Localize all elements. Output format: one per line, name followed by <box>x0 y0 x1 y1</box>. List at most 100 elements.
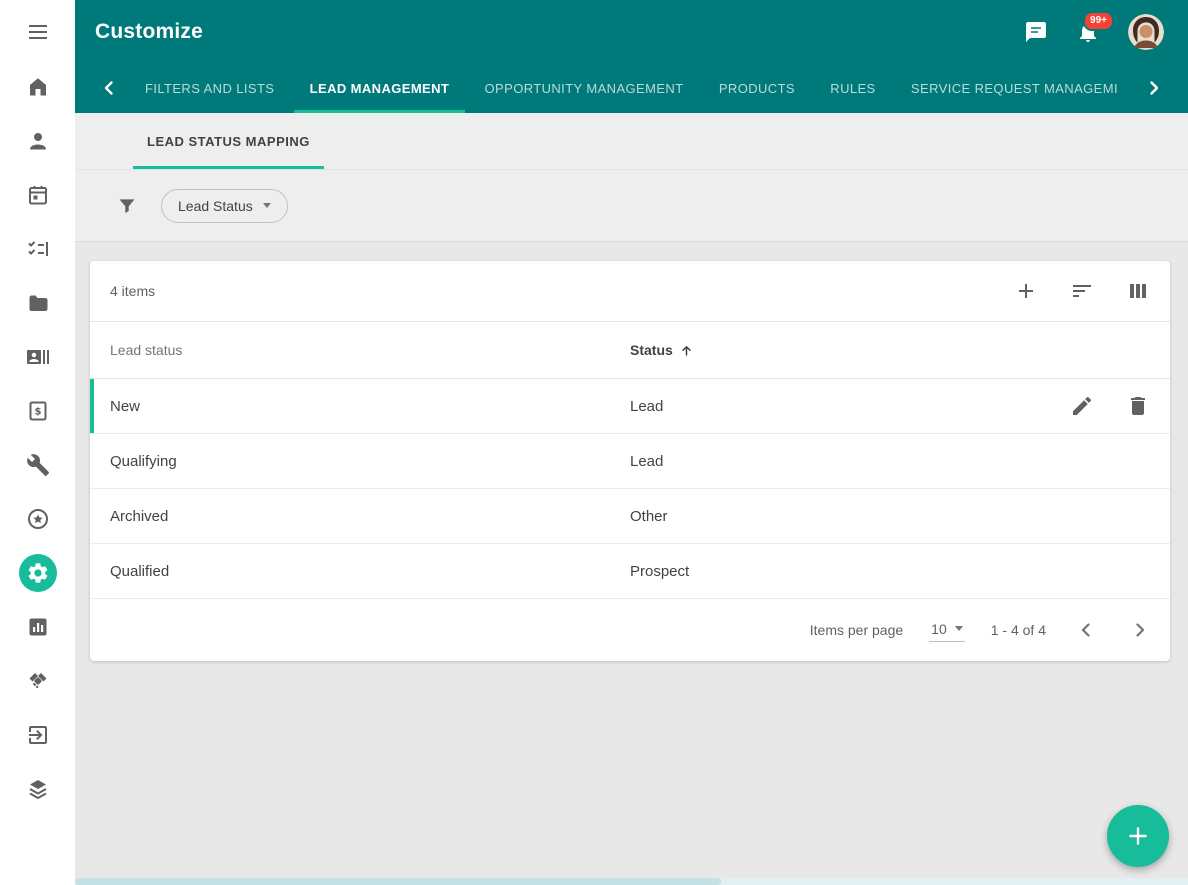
tab-products[interactable]: PRODUCTS <box>703 63 811 113</box>
cell-lead-status: New <box>110 398 630 415</box>
person-icon <box>26 129 50 153</box>
scrollbar-thumb[interactable] <box>75 878 721 885</box>
tab-service-request-management[interactable]: SERVICE REQUEST MANAGEMI <box>895 63 1134 113</box>
column-header-lead-status[interactable]: Lead status <box>110 342 630 358</box>
delete-row-button[interactable] <box>1126 394 1150 418</box>
table-row[interactable]: New Lead <box>90 379 1170 434</box>
sidebar-item-settings[interactable] <box>19 554 57 592</box>
sidebar-item-reports[interactable] <box>19 608 57 646</box>
pagination-range: 1 - 4 of 4 <box>991 622 1046 638</box>
tab-bar: FILTERS AND LISTS LEAD MANAGEMENT OPPORT… <box>75 63 1188 113</box>
tab-rules[interactable]: RULES <box>814 63 891 113</box>
sidebar-item-features[interactable] <box>19 500 57 538</box>
sign-in-icon <box>26 723 50 747</box>
home-icon <box>26 75 50 99</box>
tasks-checklist-icon <box>26 237 50 261</box>
table-row[interactable]: Archived Other <box>90 489 1170 544</box>
chevron-right-icon <box>1128 618 1152 642</box>
sort-button[interactable] <box>1070 279 1094 303</box>
sort-lines-icon <box>1070 279 1094 303</box>
contacts-card-icon <box>26 345 50 369</box>
layers-icon <box>26 777 50 801</box>
funnel-icon[interactable] <box>117 196 137 216</box>
sidebar-item-tools[interactable] <box>19 446 57 484</box>
cell-status: Lead <box>630 453 1150 470</box>
filter-row: Lead Status <box>75 170 1188 242</box>
calendar-icon <box>26 183 50 207</box>
notifications-badge: 99+ <box>1083 11 1114 31</box>
svg-text:$: $ <box>34 407 41 418</box>
column-header-status[interactable]: Status <box>630 342 1150 358</box>
sidebar-item-calendar[interactable] <box>19 176 57 214</box>
star-badge-icon <box>26 507 50 531</box>
horizontal-scrollbar[interactable] <box>75 878 1188 885</box>
sidebar-item-contacts[interactable] <box>19 122 57 160</box>
add-fab-button[interactable] <box>1107 805 1169 867</box>
billing-dollar-icon: $ <box>26 399 50 423</box>
topbar: Customize 99+ <box>75 0 1188 63</box>
previous-page-button[interactable] <box>1072 616 1100 644</box>
topbar-actions: 99+ <box>1024 14 1164 50</box>
chat-button[interactable] <box>1024 20 1048 44</box>
sidebar-item-companies[interactable] <box>19 338 57 376</box>
handshake-icon <box>26 669 50 693</box>
notifications-button[interactable]: 99+ <box>1076 20 1100 44</box>
wrench-icon <box>26 453 50 477</box>
card-toolbar: 4 items <box>90 261 1170 322</box>
avatar[interactable] <box>1128 14 1164 50</box>
hamburger-menu-button[interactable] <box>26 20 50 44</box>
add-plus-icon <box>1014 279 1038 303</box>
table-row[interactable]: Qualifying Lead <box>90 434 1170 489</box>
tab-lead-management[interactable]: LEAD MANAGEMENT <box>294 63 466 113</box>
sidebar-item-documents[interactable] <box>19 284 57 322</box>
folder-icon <box>26 291 50 315</box>
bar-chart-icon <box>26 615 50 639</box>
columns-button[interactable] <box>1126 279 1150 303</box>
cell-lead-status: Qualified <box>110 563 630 580</box>
sidebar-item-layers[interactable] <box>19 770 57 808</box>
cell-status: Prospect <box>630 563 1150 580</box>
cell-lead-status: Qualifying <box>110 453 630 470</box>
column-header-status-label: Status <box>630 342 673 358</box>
row-actions <box>1070 379 1150 433</box>
subtab-bar: LEAD STATUS MAPPING <box>75 113 1188 170</box>
columns-icon <box>1126 279 1150 303</box>
pagination: Items per page 10 1 - 4 of 4 <box>90 599 1170 661</box>
tabs-scroll-right-button[interactable] <box>1134 63 1174 113</box>
cell-status: Other <box>630 508 1150 525</box>
chevron-down-icon <box>263 203 271 208</box>
card-toolbar-actions <box>1014 279 1150 303</box>
chat-icon <box>1024 20 1048 44</box>
tabs-scroll-left-button[interactable] <box>89 63 129 113</box>
chevron-left-icon <box>97 76 121 100</box>
lead-status-filter-chip[interactable]: Lead Status <box>161 189 288 223</box>
page-title: Customize <box>95 20 203 44</box>
table-header: Lead status Status <box>90 322 1170 379</box>
sidebar-item-deals[interactable] <box>19 662 57 700</box>
next-page-button[interactable] <box>1126 616 1154 644</box>
sort-ascending-icon <box>679 343 694 358</box>
plus-icon <box>1125 823 1151 849</box>
sidebar-item-signin[interactable] <box>19 716 57 754</box>
subtab-lead-status-mapping[interactable]: LEAD STATUS MAPPING <box>133 113 324 169</box>
items-per-page-select[interactable]: 10 <box>929 619 965 642</box>
add-item-button[interactable] <box>1014 279 1038 303</box>
sidebar: $ <box>0 0 75 885</box>
edit-row-button[interactable] <box>1070 394 1094 418</box>
filter-chip-label: Lead Status <box>178 198 253 214</box>
tab-opportunity-management[interactable]: OPPORTUNITY MANAGEMENT <box>469 63 700 113</box>
chevron-right-icon <box>1142 76 1166 100</box>
cell-lead-status: Archived <box>110 508 630 525</box>
tab-filters-and-lists[interactable]: FILTERS AND LISTS <box>129 63 290 113</box>
sidebar-item-tasks[interactable] <box>19 230 57 268</box>
chevron-left-icon <box>1074 618 1098 642</box>
items-per-page-value: 10 <box>931 621 947 637</box>
sidebar-item-home[interactable] <box>19 68 57 106</box>
items-per-page-label: Items per page <box>810 622 903 638</box>
edit-pencil-icon <box>1070 394 1094 418</box>
table-row[interactable]: Qualified Prospect <box>90 544 1170 599</box>
app-window: $ Cus <box>0 0 1188 885</box>
avatar-image <box>1128 14 1164 50</box>
sidebar-item-billing[interactable]: $ <box>19 392 57 430</box>
hamburger-menu-icon <box>26 20 50 44</box>
